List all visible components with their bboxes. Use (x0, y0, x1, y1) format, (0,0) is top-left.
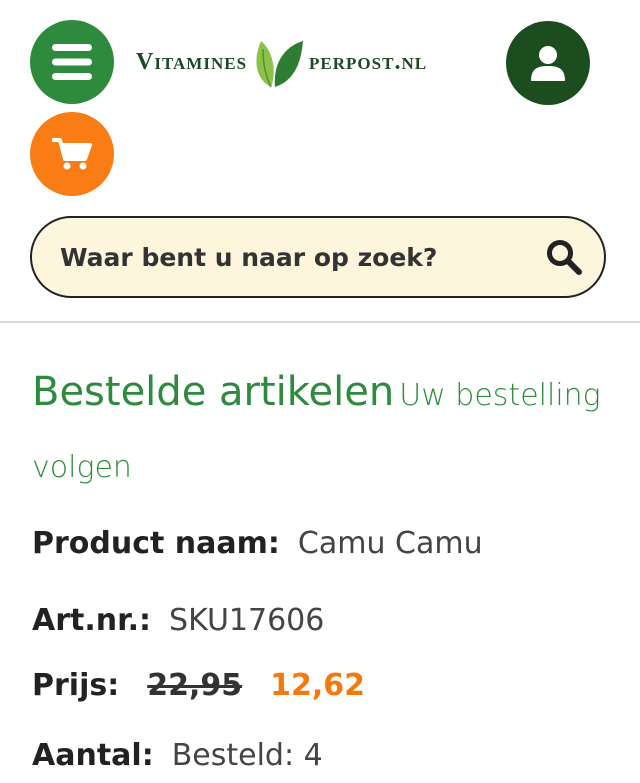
product-name-label: Product naam: (32, 526, 280, 561)
quantity-row: Aantal: Besteld: 4 (32, 738, 323, 773)
cart-button[interactable] (30, 112, 114, 196)
logo-text-left: Vitamines (136, 48, 248, 75)
old-price: 22,95 (147, 668, 243, 703)
header-divider (0, 321, 640, 323)
article-number-label: Art.nr.: (32, 603, 152, 638)
product-name-row: Product naam: Camu Camu (32, 526, 483, 561)
cart-icon (52, 138, 92, 170)
article-number-value: SKU17606 (169, 603, 325, 638)
search-input[interactable]: Waar bent u naar op zoek? (60, 243, 546, 272)
product-name-value: Camu Camu (297, 526, 483, 561)
quantity-value: Besteld: 4 (171, 738, 323, 773)
account-button[interactable] (506, 21, 590, 105)
search-icon[interactable] (546, 239, 582, 275)
price-row: Prijs: 22,95 12,62 (32, 668, 365, 703)
order-heading: Bestelde artikelen Uw bestelling volgen (32, 358, 622, 506)
price-label: Prijs: (32, 668, 120, 703)
user-icon (531, 46, 565, 81)
article-number-row: Art.nr.: SKU17606 (32, 603, 324, 638)
site-logo[interactable]: Vitamines perpost.nl (136, 34, 427, 90)
page-title: Bestelde artikelen (32, 369, 395, 415)
search-bar[interactable]: Waar bent u naar op zoek? (30, 216, 606, 298)
menu-button[interactable] (30, 20, 114, 104)
hamburger-icon (52, 44, 92, 80)
logo-text-right: perpost.nl (309, 48, 428, 75)
new-price: 12,62 (270, 668, 366, 703)
quantity-label: Aantal: (32, 738, 154, 773)
leaf-logo-icon (256, 41, 304, 88)
